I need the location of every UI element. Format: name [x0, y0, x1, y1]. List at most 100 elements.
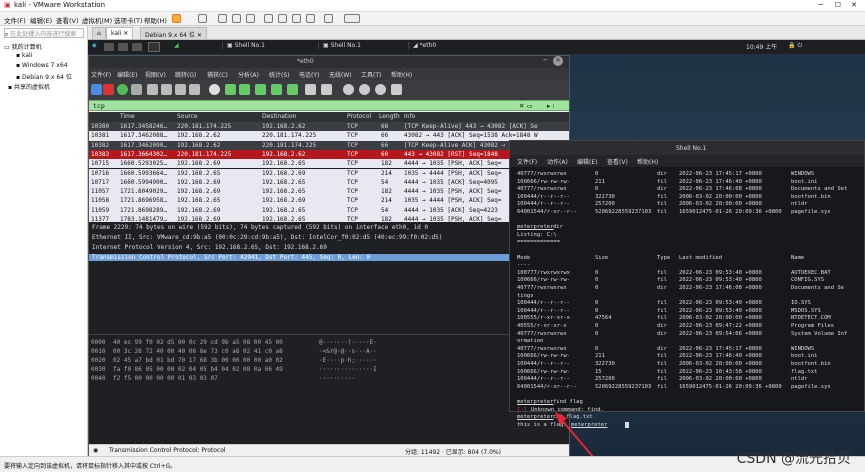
close-icon[interactable]: ✕	[851, 1, 857, 9]
last-packet-icon[interactable]	[287, 84, 298, 95]
ws-menu-file[interactable]: 文件(F)	[91, 70, 111, 79]
options-icon[interactable]	[131, 84, 142, 95]
col-destination[interactable]: Destination	[262, 113, 296, 120]
wireshark-launcher-icon[interactable]: ◢	[174, 42, 179, 49]
first-packet-icon[interactable]	[271, 84, 282, 95]
kali-menu-icon[interactable]: ◆	[92, 42, 97, 49]
term-menu-file[interactable]: 文件(F)	[517, 157, 537, 166]
terminal-output[interactable]: 40777/rwxrwxrwx 0 dir 2022-06-23 17:45:17 +…	[510, 167, 864, 428]
packet-row[interactable]: 11058 1721.8696958… 192.168.2.65 192.168.2.…	[89, 196, 569, 206]
home-tab[interactable]: ⌂	[92, 27, 106, 39]
ws-menu-telephony[interactable]: 电话(Y)	[299, 70, 319, 79]
workspace-icon[interactable]	[132, 43, 142, 51]
packet-row[interactable]: 10715 1660.5293025… 192.168.2.69 192.168.2.…	[89, 159, 569, 169]
detail-ip[interactable]: Internet Protocol Version 4, Src: 192.16…	[92, 244, 327, 251]
fullscreen-icon[interactable]	[292, 14, 301, 23]
vm-tab-debian[interactable]: Debian 9.x 64 位 ✕	[140, 27, 207, 39]
library-item-kali[interactable]: ▪ kali	[16, 52, 32, 59]
packet-details[interactable]: Frame 2229: 74 bytes on wire (592 bits),…	[89, 222, 569, 334]
restart-capture-icon[interactable]	[117, 84, 128, 95]
ws-menu-capture[interactable]: 捕获(C)	[207, 70, 228, 79]
packet-row[interactable]: 10380 1617.3458246… 220.181.174.225 192.168…	[89, 122, 569, 132]
ws-menu-analyze[interactable]: 分析(A)	[238, 70, 259, 79]
pause-icon[interactable]	[172, 14, 181, 23]
revert-icon[interactable]	[232, 14, 241, 23]
detail-frame[interactable]: Frame 2229: 74 bytes on wire (592 bits),…	[92, 224, 428, 231]
ws-menu-view[interactable]: 视图(V)	[145, 70, 166, 79]
library-search-input[interactable]: ⌕ 在此处键入内容进行搜索	[4, 28, 84, 38]
send-keys-icon[interactable]	[198, 14, 207, 23]
save-file-icon[interactable]	[161, 84, 172, 95]
term-menu-help[interactable]: 帮助(H)	[637, 157, 658, 166]
go-to-packet-icon[interactable]	[255, 84, 266, 95]
autoscroll-icon[interactable]	[305, 84, 316, 95]
packet-row[interactable]: 10717 1660.5994900… 192.168.2.69 192.168.2.…	[89, 177, 569, 188]
col-length[interactable]: Length	[379, 113, 400, 120]
term-menu-action[interactable]: 动作(A)	[547, 157, 568, 166]
col-source[interactable]: Source	[177, 113, 198, 120]
col-protocol[interactable]: Protocol	[347, 113, 371, 120]
packet-row[interactable]: 11059 1721.8698289… 192.168.2.69 192.168.2.…	[89, 205, 569, 215]
zoom-reset-icon[interactable]	[375, 84, 386, 95]
maximize-icon[interactable]: ☐	[835, 1, 841, 9]
zoom-out-icon[interactable]	[359, 84, 370, 95]
display-filter-input[interactable]: tcp ✕ ▭ ▸ ⁝	[89, 100, 569, 111]
packet-row[interactable]: 10383 1617.3664302… 220.181.174.225 192.168…	[89, 149, 569, 160]
col-time[interactable]: Time	[120, 113, 135, 120]
library-item-debian[interactable]: ▪ Debian 9.x 64 位	[16, 72, 72, 81]
close-file-icon[interactable]	[175, 84, 186, 95]
snapshot-manager-icon[interactable]	[246, 14, 255, 23]
resize-columns-icon[interactable]	[391, 84, 402, 95]
menu-edit[interactable]: 编辑(E)	[30, 15, 52, 25]
library-root[interactable]: ▭ 我的计算机	[4, 42, 42, 51]
packet-list[interactable]: 10380 1617.3458246… 220.181.174.225 192.168…	[89, 122, 569, 222]
colorize-icon[interactable]	[321, 84, 332, 95]
filter-clear-icon[interactable]: ✕ ▭	[519, 102, 533, 110]
term-menu-edit[interactable]: 编辑(E)	[577, 157, 597, 166]
console-icon[interactable]	[324, 14, 333, 23]
menu-help[interactable]: 帮助(H)	[144, 15, 167, 25]
packet-bytes[interactable]: 0000 40 ec 99 f0 02 d5 00 0c 29 cd 9b a5 …	[89, 334, 569, 444]
library-item-win7[interactable]: ▪ Windows 7 x64	[16, 62, 68, 69]
go-forward-icon[interactable]	[239, 84, 250, 95]
unity-icon[interactable]	[306, 14, 315, 23]
thumbnail-icon[interactable]	[278, 14, 287, 23]
ws-menu-statistics[interactable]: 统计(S)	[269, 70, 290, 79]
close-icon[interactable]: ✕	[553, 56, 563, 66]
zoom-in-icon[interactable]	[343, 84, 354, 95]
col-info[interactable]: Info	[404, 113, 415, 120]
packet-row[interactable]: 10382 1617.3462090… 192.168.2.62 220.181.17…	[89, 140, 569, 150]
detail-ethernet[interactable]: Ethernet II, Src: VMware_cd:9b:a5 (00:0c…	[92, 234, 442, 241]
workspace-icon[interactable]	[118, 43, 128, 51]
ws-menu-tools[interactable]: 工具(T)	[361, 70, 381, 79]
start-capture-icon[interactable]	[91, 84, 102, 95]
snapshot-icon[interactable]	[218, 14, 227, 23]
terminal-launcher-icon[interactable]	[148, 42, 160, 52]
taskbar-shell-2[interactable]: ▣ Shell No.1	[318, 42, 365, 49]
minimize-icon[interactable]: ─	[819, 1, 823, 9]
find-packet-icon[interactable]	[209, 84, 220, 95]
library-icon[interactable]	[264, 14, 273, 23]
workspace-icon[interactable]	[104, 43, 114, 51]
menu-tabs[interactable]: 选项卡(T)	[114, 15, 143, 25]
library-shared[interactable]: ▪ 共享的虚拟机	[8, 82, 50, 91]
ws-menu-go[interactable]: 跳转(G)	[175, 70, 196, 79]
vm-tab-kali[interactable]: kali ✕	[106, 27, 134, 39]
stop-capture-icon[interactable]	[103, 84, 114, 95]
panel-icons[interactable]: 🔒 ⏻	[788, 42, 802, 50]
term-menu-view[interactable]: 查看(V)	[607, 157, 628, 166]
minimize-icon[interactable]: ─	[543, 57, 547, 64]
ws-menu-help[interactable]: 帮助(H)	[391, 70, 412, 79]
status-indicator-icon[interactable]: ◉	[93, 447, 98, 454]
taskbar-wireshark[interactable]: ◢ *eth0	[408, 42, 440, 49]
ws-menu-edit[interactable]: 编辑(E)	[117, 70, 137, 79]
go-back-icon[interactable]	[225, 84, 236, 95]
filter-apply-icon[interactable]: ▸ ⁝	[547, 102, 554, 110]
menu-file[interactable]: 文件(F)	[4, 15, 26, 25]
menu-view[interactable]: 查看(V)	[56, 15, 79, 25]
packet-row[interactable]: 10381 1617.3462088… 192.168.2.62 220.181.17…	[89, 131, 569, 141]
packet-row[interactable]: 11057 1721.8049029… 192.168.2.69 192.168.2.…	[89, 187, 569, 197]
detail-tcp[interactable]: Transmission Control Protocol, Src Port:…	[89, 254, 569, 261]
stretch-icon[interactable]	[344, 14, 360, 23]
open-file-icon[interactable]	[147, 84, 158, 95]
